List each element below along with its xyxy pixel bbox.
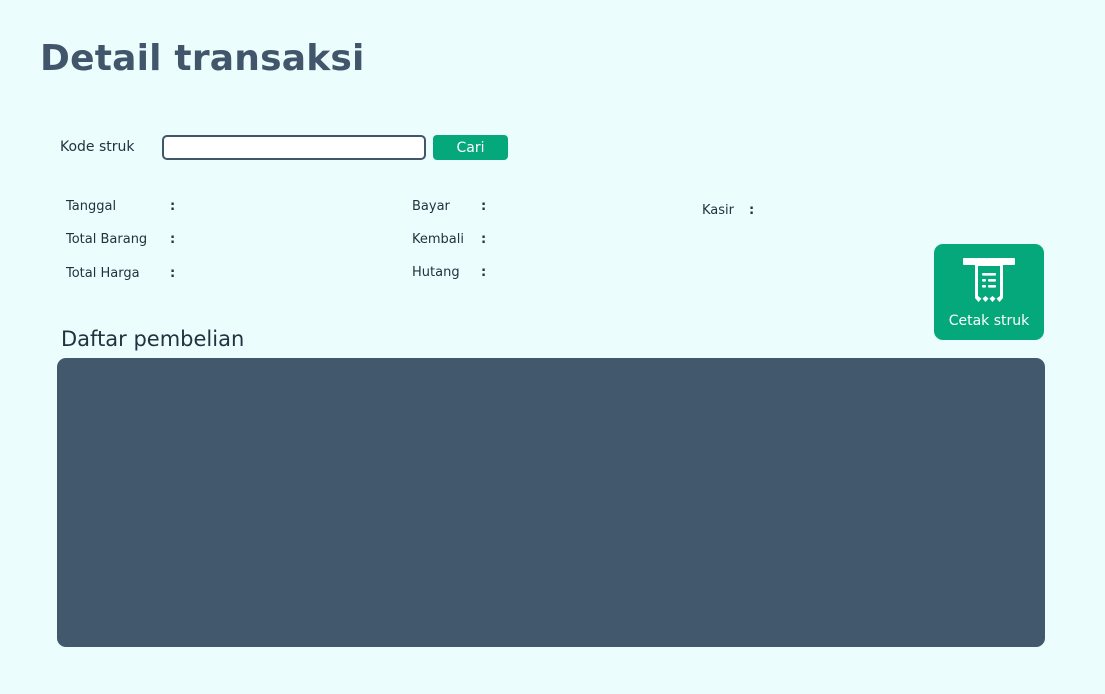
info-label-total-harga: Total Harga xyxy=(66,266,140,281)
print-receipt-button[interactable]: Cetak struk xyxy=(934,244,1044,340)
info-separator: : xyxy=(170,266,176,281)
info-separator: : xyxy=(481,232,487,247)
search-button[interactable]: Cari xyxy=(433,135,508,160)
info-label-tanggal: Tanggal xyxy=(66,199,117,214)
info-separator: : xyxy=(170,199,176,214)
print-receipt-label: Cetak struk xyxy=(948,313,1030,329)
info-label-kasir: Kasir xyxy=(702,203,734,218)
info-label-hutang: Hutang xyxy=(412,265,460,280)
info-separator: : xyxy=(749,203,755,218)
receipt-code-label: Kode struk xyxy=(60,139,135,155)
info-label-kembali: Kembali xyxy=(412,232,464,247)
page-title: Detail transaksi xyxy=(40,38,365,79)
purchase-list-table xyxy=(57,358,1045,647)
purchase-list-title: Daftar pembelian xyxy=(61,327,245,351)
info-separator: : xyxy=(170,232,176,247)
info-separator: : xyxy=(481,265,487,280)
info-separator: : xyxy=(481,199,487,214)
receipt-code-input[interactable] xyxy=(162,135,426,160)
receipt-printer-icon xyxy=(963,258,1015,302)
info-label-bayar: Bayar xyxy=(412,199,450,214)
info-label-total-barang: Total Barang xyxy=(66,232,148,247)
